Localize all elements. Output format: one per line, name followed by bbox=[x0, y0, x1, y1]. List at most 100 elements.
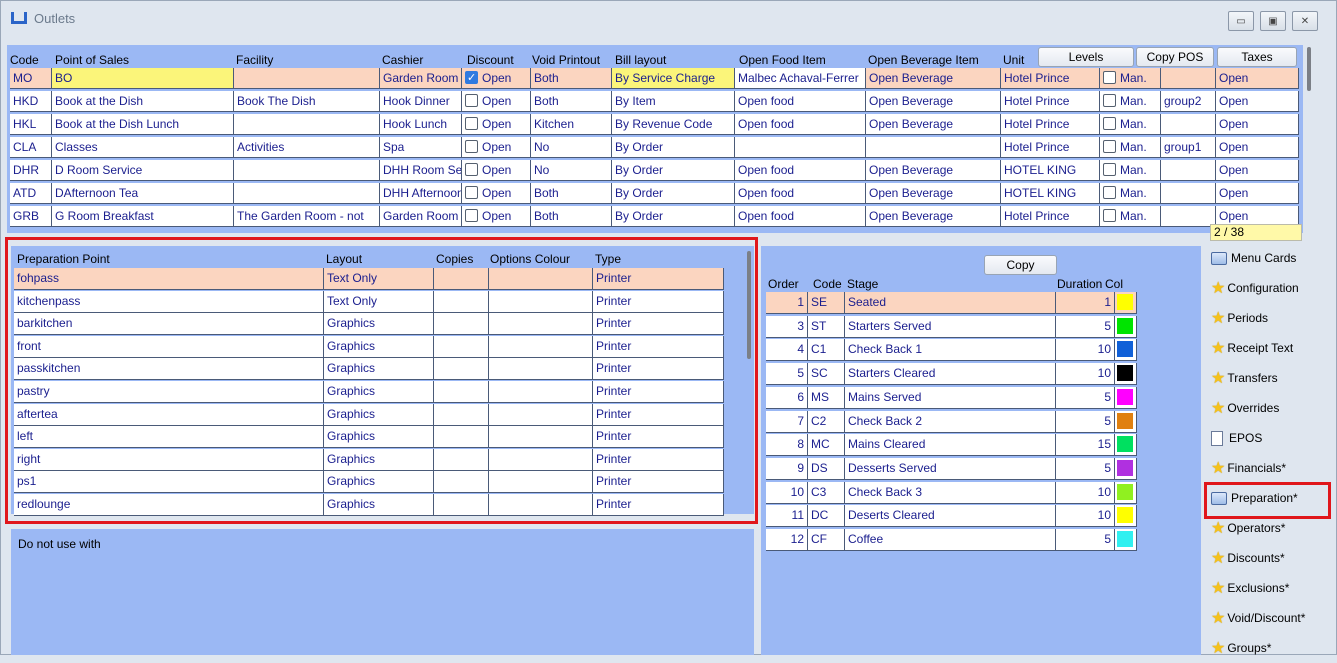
stage-name[interactable]: Mains Cleared bbox=[845, 434, 1056, 457]
outlet-cell-pos[interactable]: Classes bbox=[52, 137, 234, 158]
outlet-cell-facility[interactable]: The Garden Room - not bbox=[234, 206, 380, 227]
outlet-cell-code[interactable]: MO bbox=[10, 68, 52, 89]
stage-code[interactable]: C3 bbox=[808, 481, 845, 504]
outlet-cell-bev[interactable] bbox=[866, 137, 1001, 158]
outlet-cell-unit[interactable]: Hotel Prince bbox=[1001, 206, 1100, 227]
checkbox[interactable] bbox=[465, 94, 478, 108]
outlets-scrollbar[interactable] bbox=[1307, 47, 1311, 91]
outlet-cell-pos[interactable]: DAfternoon Tea bbox=[52, 183, 234, 204]
outlet-cell-food[interactable]: Malbec Achaval-Ferrer bbox=[735, 68, 866, 89]
stage-duration[interactable]: 5 bbox=[1056, 529, 1115, 551]
checkbox[interactable] bbox=[1103, 117, 1116, 131]
stage-order[interactable]: 8 bbox=[766, 434, 808, 457]
stage-color-cell[interactable] bbox=[1115, 386, 1137, 409]
outlet-cell-manual[interactable]: Man. bbox=[1100, 137, 1161, 158]
outlet-cell-tax[interactable]: Open bbox=[1216, 137, 1299, 158]
stage-code[interactable]: C2 bbox=[808, 410, 845, 433]
stage-color-cell[interactable] bbox=[1115, 292, 1137, 314]
outlet-cell-unit[interactable]: Hotel Prince bbox=[1001, 91, 1100, 112]
stage-code[interactable]: SE bbox=[808, 292, 845, 314]
outlet-cell-tax[interactable]: Open bbox=[1216, 91, 1299, 112]
taxes-button[interactable]: Taxes bbox=[1217, 47, 1297, 67]
outlet-cell-discount[interactable]: Open bbox=[462, 206, 531, 227]
checkbox[interactable] bbox=[1103, 71, 1116, 85]
stage-order[interactable]: 6 bbox=[766, 386, 808, 409]
stage-order[interactable]: 10 bbox=[766, 481, 808, 504]
outlet-cell-discount[interactable]: Open bbox=[462, 114, 531, 135]
outlet-cell-pos[interactable]: Book at the Dish bbox=[52, 91, 234, 112]
stage-name[interactable]: Check Back 1 bbox=[845, 339, 1056, 362]
outlet-cell-manual[interactable]: Man. bbox=[1100, 114, 1161, 135]
sidebar-item[interactable]: ★ Groups* bbox=[1205, 633, 1337, 663]
outlet-cell-pos[interactable]: D Room Service bbox=[52, 160, 234, 181]
checkbox[interactable] bbox=[465, 117, 478, 131]
outlet-cell-facility[interactable] bbox=[234, 160, 380, 181]
outlet-cell-tax[interactable]: Open bbox=[1216, 160, 1299, 181]
stage-color-cell[interactable] bbox=[1115, 529, 1137, 551]
outlet-cell-pos[interactable]: BO bbox=[52, 68, 234, 89]
outlet-cell-facility[interactable] bbox=[234, 183, 380, 204]
outlet-cell-cashier[interactable]: Spa bbox=[380, 137, 462, 158]
outlet-cell-unit[interactable]: Hotel Prince bbox=[1001, 68, 1100, 89]
sidebar-item[interactable]: EPOS bbox=[1205, 423, 1337, 453]
stage-color-cell[interactable] bbox=[1115, 363, 1137, 386]
outlet-cell-void[interactable]: Both bbox=[531, 183, 612, 204]
stage-code[interactable]: C1 bbox=[808, 339, 845, 362]
outlet-cell-manual[interactable]: Man. bbox=[1100, 183, 1161, 204]
outlet-cell-bev[interactable]: Open Beverage bbox=[866, 183, 1001, 204]
outlet-cell-group[interactable] bbox=[1161, 160, 1216, 181]
outlet-cell-cashier[interactable]: DHH Room Service bbox=[380, 160, 462, 181]
outlet-cell-tax[interactable]: Open bbox=[1216, 114, 1299, 135]
checkbox[interactable] bbox=[1103, 163, 1116, 177]
outlet-cell-pos[interactable]: G Room Breakfast bbox=[52, 206, 234, 227]
outlet-cell-unit[interactable]: Hotel Prince bbox=[1001, 137, 1100, 158]
stage-color-cell[interactable] bbox=[1115, 315, 1137, 338]
outlet-cell-group[interactable] bbox=[1161, 183, 1216, 204]
stage-duration[interactable]: 10 bbox=[1056, 505, 1115, 528]
outlet-cell-group[interactable]: group1 bbox=[1161, 137, 1216, 158]
outlet-cell-code[interactable]: CLA bbox=[10, 137, 52, 158]
stage-color-cell[interactable] bbox=[1115, 410, 1137, 433]
stage-order[interactable]: 3 bbox=[766, 315, 808, 338]
stage-code[interactable]: SC bbox=[808, 363, 845, 386]
minimize-button[interactable]: ▭ bbox=[1228, 11, 1254, 31]
outlet-cell-food[interactable]: Open food bbox=[735, 91, 866, 112]
sidebar-item[interactable]: ★ Periods bbox=[1205, 303, 1337, 333]
stage-code[interactable]: ST bbox=[808, 315, 845, 338]
outlet-cell-cashier[interactable]: DHH Afternoon Tea bbox=[380, 183, 462, 204]
copy-pos-button[interactable]: Copy POS bbox=[1136, 47, 1214, 67]
outlet-cell-facility[interactable]: Activities bbox=[234, 137, 380, 158]
stage-name[interactable]: Starters Cleared bbox=[845, 363, 1056, 386]
stage-order[interactable]: 11 bbox=[766, 505, 808, 528]
sidebar-item[interactable]: Menu Cards bbox=[1205, 243, 1337, 273]
outlet-cell-pos[interactable]: Book at the Dish Lunch bbox=[52, 114, 234, 135]
stage-code[interactable]: CF bbox=[808, 529, 845, 551]
checkbox[interactable] bbox=[465, 163, 478, 177]
stage-duration[interactable]: 5 bbox=[1056, 386, 1115, 409]
outlet-cell-discount[interactable]: Open bbox=[462, 91, 531, 112]
notes-text[interactable]: Do not use with bbox=[18, 537, 101, 551]
close-button[interactable]: ✕ bbox=[1292, 11, 1318, 31]
outlet-cell-tax[interactable]: Open bbox=[1216, 68, 1299, 89]
stage-name[interactable]: Coffee bbox=[845, 529, 1056, 551]
outlet-cell-food[interactable] bbox=[735, 137, 866, 158]
outlet-cell-discount[interactable]: Open bbox=[462, 183, 531, 204]
outlet-cell-void[interactable]: Both bbox=[531, 68, 612, 89]
outlet-cell-code[interactable]: HKL bbox=[10, 114, 52, 135]
outlet-cell-bev[interactable]: Open Beverage bbox=[866, 160, 1001, 181]
stage-duration[interactable]: 5 bbox=[1056, 457, 1115, 480]
outlet-cell-discount[interactable]: Open bbox=[462, 68, 531, 89]
outlet-cell-bill[interactable]: By Revenue Code bbox=[612, 114, 735, 135]
stage-name[interactable]: Check Back 2 bbox=[845, 410, 1056, 433]
sidebar-item[interactable]: ★ Overrides bbox=[1205, 393, 1337, 423]
stage-code[interactable]: MC bbox=[808, 434, 845, 457]
stage-duration[interactable]: 10 bbox=[1056, 481, 1115, 504]
stage-code[interactable]: DC bbox=[808, 505, 845, 528]
stage-name[interactable]: Check Back 3 bbox=[845, 481, 1056, 504]
outlet-cell-bill[interactable]: By Order bbox=[612, 183, 735, 204]
outlet-cell-manual[interactable]: Man. bbox=[1100, 68, 1161, 89]
stage-duration[interactable]: 15 bbox=[1056, 434, 1115, 457]
outlet-cell-discount[interactable]: Open bbox=[462, 137, 531, 158]
levels-button[interactable]: Levels bbox=[1038, 47, 1134, 67]
stage-name[interactable]: Seated bbox=[845, 292, 1056, 314]
